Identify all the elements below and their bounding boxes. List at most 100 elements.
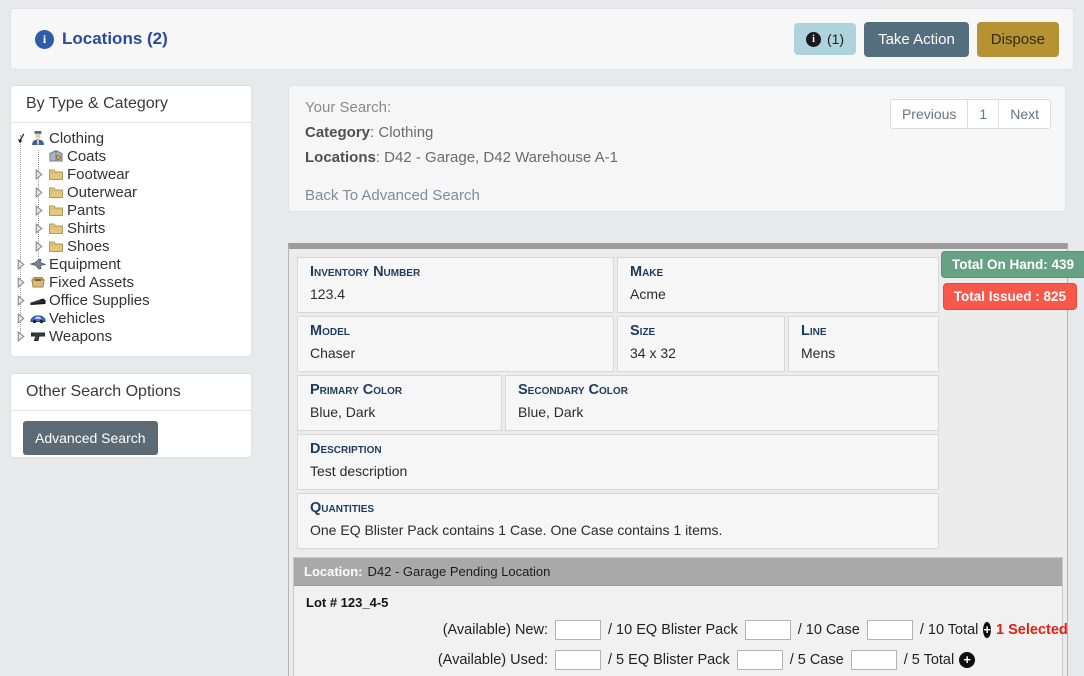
tree-item-footwear[interactable]: Footwear [33,165,251,183]
field-label: Quantities [310,499,926,517]
available-new-row: (Available) New: / 10 EQ Blister Pack / … [436,619,1050,640]
expand-arrow-icon[interactable] [33,240,45,252]
other-search-panel-title: Other Search Options [11,374,251,411]
used-case-segment: / 5 Case [790,652,844,668]
back-to-advanced-search-link[interactable]: Back To Advanced Search [305,187,480,204]
location-header-bar: Location: D42 - Garage Pending Location [294,558,1062,586]
tree-item-weapons[interactable]: Weapons [15,327,251,345]
field-value: 123.4 [310,285,601,303]
field-label: Size [630,322,772,340]
tree-item-label: Fixed Assets [49,274,134,291]
total-issued-badge: Total Issued : 825 [943,283,1077,310]
available-used-label: (Available) Used: [436,652,548,668]
tree-item-label: Footwear [67,166,130,183]
page-title: Locations (2) [62,29,168,49]
previous-page-button[interactable]: Previous [890,99,968,129]
header-actions: i (1) Take Action Dispose [794,22,1059,57]
info-badge-count: (1) [827,31,844,47]
new-each-input[interactable] [555,620,601,640]
selected-info-button[interactable]: i (1) [794,23,856,55]
tree-item-shirts[interactable]: Shirts [33,219,251,237]
locations-value: : D42 - Garage, D42 Warehouse A-1 [376,149,618,166]
field-row: Description Test description [297,434,939,490]
advanced-search-button[interactable]: Advanced Search [23,421,158,455]
tree-item-label: Shirts [67,220,105,237]
category-tree: Clothing Coats Footwear Outerwear [11,123,251,345]
expand-arrow-icon[interactable] [15,330,27,342]
field-label: Primary Color [310,381,489,399]
new-blister-input[interactable] [745,620,791,640]
header-title-group: i Locations (2) [35,29,168,49]
expand-arrow-icon[interactable] [33,222,45,234]
field-value: Chaser [310,344,601,362]
info-icon: i [35,30,54,49]
tree-item-fixed-assets[interactable]: Fixed Assets [15,273,251,291]
tree-item-outerwear[interactable]: Outerwear [33,183,251,201]
field-value: Blue, Dark [518,403,926,421]
new-case-input[interactable] [867,620,913,640]
expand-arrow-icon[interactable] [33,168,45,180]
field-label: Inventory Number [310,263,601,281]
tree-item-label: Office Supplies [49,292,150,309]
lot-number-label: Lot # 123_4-5 [306,595,1050,610]
used-each-input[interactable] [555,650,601,670]
used-blister-segment: / 5 EQ Blister Pack [608,652,730,668]
tree-item-label: Weapons [49,328,112,345]
expand-arrow-icon[interactable] [15,276,27,288]
dispose-button[interactable]: Dispose [977,22,1059,57]
folder-icon [47,202,64,218]
new-total-segment: / 10 Total [920,622,979,638]
tree-item-label: Equipment [49,256,121,273]
locations-label: Locations [305,149,376,166]
expand-arrow-icon[interactable] [15,258,27,270]
folder-icon [47,238,64,254]
collapse-arrow-icon[interactable] [15,132,27,144]
field-primary-color: Primary Color Blue, Dark [297,375,502,431]
car-icon [29,310,46,326]
expand-arrow-icon[interactable] [15,312,27,324]
jet-icon [29,256,46,272]
field-value: Acme [630,285,926,303]
location-label: Location: [304,564,363,579]
next-page-button[interactable]: Next [998,99,1051,129]
page-number-button[interactable]: 1 [967,99,999,129]
used-blister-input[interactable] [737,650,783,670]
folder-icon [47,166,64,182]
field-row: Inventory Number 123.4 Make Acme [297,257,939,313]
field-row: Primary Color Blue, Dark Secondary Color… [297,375,939,431]
tree-item-shoes[interactable]: Shoes [33,237,251,255]
used-case-input[interactable] [851,650,897,670]
info-badge-icon: i [806,32,821,47]
search-summary-panel: Your Search: Category: Clothing Location… [288,85,1066,212]
add-used-selection-icon[interactable]: + [959,652,975,668]
tree-item-clothing[interactable]: Clothing [15,129,251,147]
header-bar: i Locations (2) i (1) Take Action Dispos… [10,8,1074,70]
tree-item-vehicles[interactable]: Vehicles [15,309,251,327]
expand-arrow-icon[interactable] [33,204,45,216]
expand-arrow-icon[interactable] [33,186,45,198]
tree-item-coats[interactable]: Coats [33,147,251,165]
field-model: Model Chaser [297,316,614,372]
tree-item-office-supplies[interactable]: Office Supplies [15,291,251,309]
tree-item-label: Vehicles [49,310,105,327]
used-total-segment: / 5 Total [904,652,955,668]
field-value: Blue, Dark [310,403,489,421]
add-new-selection-icon[interactable]: + [983,622,991,638]
other-search-panel: Other Search Options Advanced Search [10,373,252,458]
category-panel: By Type & Category Clothing Coats F [10,85,252,357]
location-section: Location: D42 - Garage Pending Location … [293,557,1063,676]
tree-item-equipment[interactable]: Equipment [15,255,251,273]
tree-item-pants[interactable]: Pants [33,201,251,219]
item-fields: Inventory Number 123.4 Make Acme Model C… [297,257,939,549]
field-label: Make [630,263,926,281]
tree-item-label: Shoes [67,238,110,255]
field-value: Test description [310,462,926,480]
category-value: : Clothing [370,124,433,141]
expand-arrow-icon[interactable] [15,294,27,306]
location-value: D42 - Garage Pending Location [368,564,551,579]
tree-item-label: Clothing [49,130,104,147]
tree-item-label: Outerwear [67,184,137,201]
take-action-button[interactable]: Take Action [864,22,969,57]
field-quantities: Quantities One EQ Blister Pack contains … [297,493,939,549]
field-secondary-color: Secondary Color Blue, Dark [505,375,939,431]
